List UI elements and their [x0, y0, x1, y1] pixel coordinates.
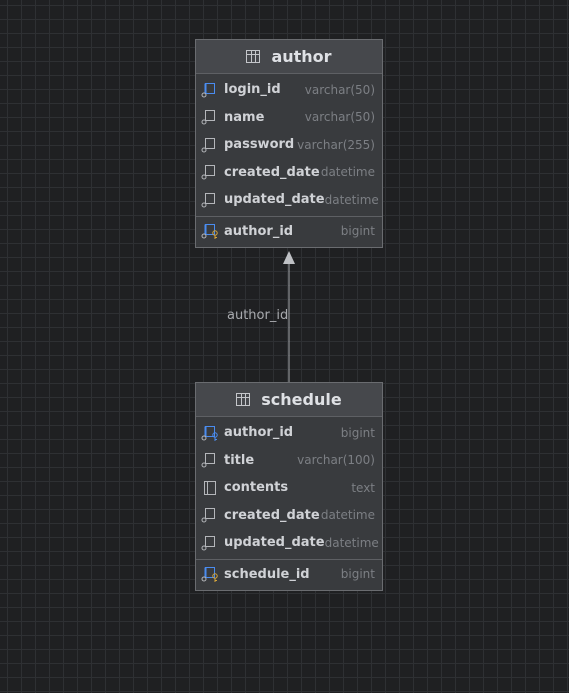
column-type: bigint — [340, 425, 375, 440]
column-row[interactable]: title varchar(100) — [196, 447, 382, 475]
column-row[interactable]: login_id varchar(50) — [196, 76, 382, 104]
column-type: datetime — [324, 192, 379, 207]
relation-arrowhead — [283, 251, 295, 264]
column-name: password — [224, 137, 295, 153]
column-name: updated_date — [224, 535, 325, 551]
column-type: datetime — [320, 165, 375, 180]
column-name: author_id — [224, 425, 294, 441]
column-type: datetime — [324, 535, 379, 550]
column-name: login_id — [224, 82, 281, 98]
column-icon — [201, 165, 215, 180]
column-nullable-icon — [204, 480, 216, 495]
column-name: contents — [224, 480, 289, 496]
column-name: created_date — [224, 164, 320, 180]
table-header[interactable]: author — [196, 40, 382, 74]
column-type: varchar(50) — [304, 110, 375, 125]
column-icon — [201, 192, 215, 208]
column-type: datetime — [320, 508, 375, 523]
primary-key-column-icon — [201, 224, 218, 240]
primary-key-row[interactable]: schedule_id bigint — [196, 560, 382, 591]
column-type: varchar(255) — [297, 137, 375, 152]
column-icon — [201, 453, 215, 468]
column-list: login_id varchar(50) name varchar(50) passwo… — [196, 74, 382, 216]
column-type: bigint — [340, 567, 375, 582]
table-icon — [246, 50, 261, 63]
table-schedule[interactable]: schedule author_id bigint title varchar(100… — [195, 382, 383, 591]
column-name: schedule_id — [224, 566, 310, 582]
column-icon — [201, 137, 215, 153]
column-type: varchar(100) — [297, 453, 375, 468]
foreign-key-column-icon — [201, 425, 218, 441]
column-icon — [201, 110, 215, 125]
column-row[interactable]: contents text — [196, 474, 382, 502]
column-name: updated_date — [224, 192, 325, 208]
column-row[interactable]: created_date datetime — [196, 159, 382, 187]
primary-key-section: schedule_id bigint — [196, 560, 382, 591]
column-name: name — [224, 109, 265, 125]
column-row[interactable]: password varchar(255) — [196, 131, 382, 159]
column-type: bigint — [340, 224, 375, 239]
column-name: created_date — [224, 507, 320, 523]
relation-label: author_id — [227, 308, 289, 323]
table-header[interactable]: schedule — [196, 383, 382, 417]
column-icon — [201, 535, 215, 551]
column-type: varchar(50) — [304, 82, 375, 97]
column-row[interactable]: name varchar(50) — [196, 104, 382, 132]
column-icon — [201, 508, 215, 523]
column-indexed-icon — [201, 82, 215, 98]
column-name: title — [224, 452, 255, 468]
table-author[interactable]: author login_id varchar(50) name varchar(50… — [195, 39, 383, 248]
column-name: author_id — [224, 223, 294, 239]
column-type: text — [351, 480, 375, 495]
column-row[interactable]: updated_date datetime — [196, 186, 382, 214]
column-row[interactable]: author_id bigint — [196, 419, 382, 447]
table-icon — [236, 393, 251, 406]
column-row[interactable]: updated_date datetime — [196, 529, 382, 557]
primary-key-section: author_id bigint — [196, 217, 382, 248]
primary-key-column-icon — [201, 567, 218, 583]
column-row[interactable]: created_date datetime — [196, 502, 382, 530]
primary-key-row[interactable]: author_id bigint — [196, 217, 382, 248]
column-list: author_id bigint title varchar(100) contents… — [196, 417, 382, 559]
table-title: schedule — [261, 390, 342, 409]
table-title: author — [271, 47, 332, 66]
